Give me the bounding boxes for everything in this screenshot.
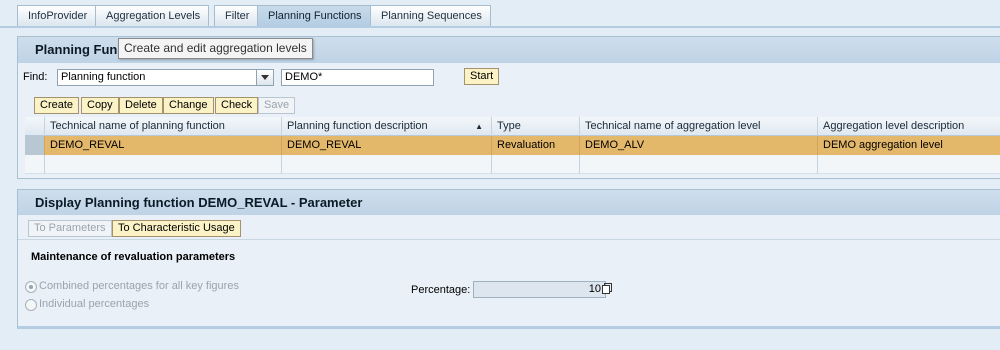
- tab-planning-functions[interactable]: Planning Functions: [257, 5, 371, 26]
- row-selector[interactable]: [25, 155, 45, 174]
- radio-individual[interactable]: [25, 299, 37, 311]
- col-header-technical-name[interactable]: Technical name of planning function: [45, 117, 282, 136]
- to-characteristic-usage-button[interactable]: To Characteristic Usage: [112, 220, 241, 237]
- radio-combined-label: Combined percentages for all key figures: [39, 280, 239, 292]
- tab-filter[interactable]: Filter: [214, 5, 259, 26]
- tab-infoprovider[interactable]: InfoProvider: [17, 5, 97, 26]
- cell-aggregation-level[interactable]: DEMO_ALV: [580, 136, 818, 155]
- display-tray-title: Display Planning function DEMO_REVAL - P…: [18, 190, 1000, 215]
- col-header-aggregation-level[interactable]: Technical name of aggregation level: [580, 117, 818, 136]
- col-header-description-label: Planning function description: [287, 120, 428, 132]
- divider: [18, 239, 1000, 240]
- create-button[interactable]: Create: [34, 97, 80, 114]
- display-parameter-tray: Display Planning function DEMO_REVAL - P…: [17, 189, 1000, 329]
- find-pattern-input[interactable]: DEMO*: [281, 69, 434, 86]
- cell-type[interactable]: Revaluation: [492, 136, 580, 155]
- radio-combined[interactable]: [25, 281, 37, 293]
- col-header-type[interactable]: Type: [492, 117, 580, 136]
- start-button[interactable]: Start: [464, 68, 500, 85]
- section-title: Maintenance of revaluation parameters: [31, 251, 236, 263]
- find-type-select[interactable]: Planning function: [57, 69, 258, 86]
- col-header-description[interactable]: Planning function description ▲: [282, 117, 492, 136]
- row-selector[interactable]: [25, 136, 45, 155]
- tab-strip: InfoProvider Aggregation Levels Filter P…: [0, 0, 1000, 28]
- check-button[interactable]: Check: [215, 97, 259, 114]
- change-button[interactable]: Change: [163, 97, 214, 114]
- find-label: Find:: [23, 71, 48, 83]
- copy-button[interactable]: Copy: [81, 97, 119, 114]
- tooltip: Create and edit aggregation levels: [118, 38, 313, 59]
- table-header-row: Technical name of planning function Plan…: [25, 117, 1000, 136]
- col-header-aggregation-description[interactable]: Aggregation level description: [818, 117, 1000, 136]
- row-selector-header: [25, 117, 45, 136]
- to-parameters-button[interactable]: To Parameters: [28, 220, 112, 237]
- cell-technical-name[interactable]: DEMO_REVAL: [45, 136, 282, 155]
- copy-icon[interactable]: [602, 283, 612, 294]
- percentage-input[interactable]: 10: [473, 281, 606, 298]
- chevron-down-icon[interactable]: [256, 69, 274, 86]
- percentage-label: Percentage:: [411, 284, 471, 296]
- tab-underline: [0, 26, 1000, 28]
- tab-planning-sequences[interactable]: Planning Sequences: [370, 5, 491, 26]
- cell-description[interactable]: DEMO_REVAL: [282, 136, 492, 155]
- cell-aggregation-description[interactable]: DEMO aggregation level: [818, 136, 1000, 155]
- tab-aggregation-levels[interactable]: Aggregation Levels: [95, 5, 210, 26]
- cell-empty: [818, 155, 1000, 174]
- cell-empty: [580, 155, 818, 174]
- save-button[interactable]: Save: [258, 97, 296, 114]
- table-row[interactable]: [25, 155, 1000, 174]
- cell-empty: [492, 155, 580, 174]
- table-row[interactable]: DEMO_REVAL DEMO_REVAL Revaluation DEMO_A…: [25, 136, 1000, 155]
- cell-empty: [45, 155, 282, 174]
- sort-ascending-icon: ▲: [475, 122, 483, 131]
- cell-empty: [282, 155, 492, 174]
- radio-individual-label: Individual percentages: [39, 298, 150, 310]
- delete-button[interactable]: Delete: [119, 97, 163, 114]
